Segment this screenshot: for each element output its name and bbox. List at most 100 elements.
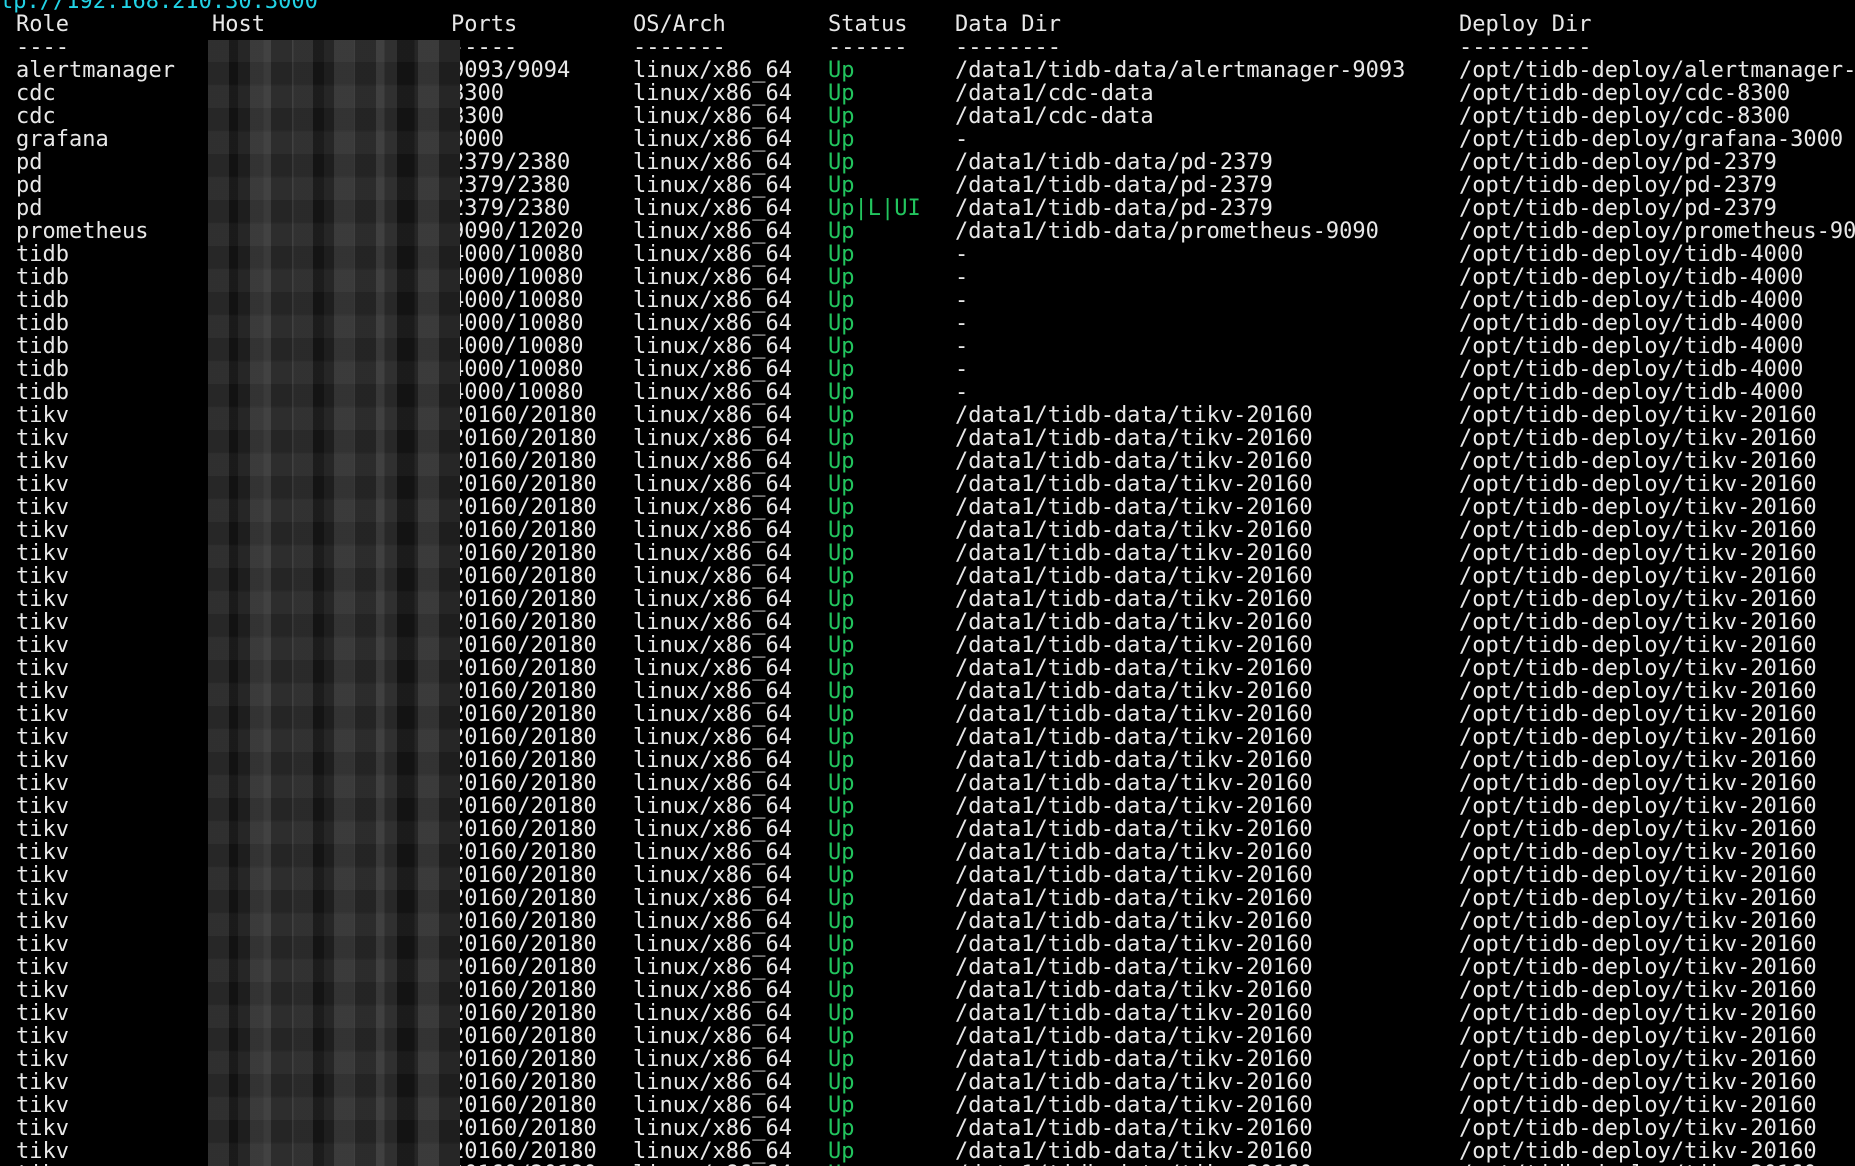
ports-cell: 4000/10080 [451, 288, 584, 313]
deploy-dir-cell: /opt/tidb-deploy/tikv-20160 [1459, 748, 1817, 773]
data-dir-cell: /data1/tidb-data/tikv-20160 [955, 656, 1313, 681]
status-cell: Up|L|UI [828, 196, 921, 221]
role-cell: grafana [16, 127, 109, 152]
role-cell: tikv [16, 541, 69, 566]
role-cell: tikv [16, 587, 69, 612]
role-cell: tikv [16, 1116, 69, 1141]
role-cell: tikv [16, 679, 69, 704]
status-cell: Up [828, 725, 855, 750]
role-cell: tikv [16, 1070, 69, 1095]
os-arch-cell: linux/x86_64 [633, 633, 792, 658]
data-dir-cell: /data1/tidb-data/tikv-20160 [955, 449, 1313, 474]
role-cell: tikv [16, 817, 69, 842]
status-cell: Up [828, 403, 855, 428]
ports-cell: 20160/20180 [451, 564, 597, 589]
ports-cell: 4000/10080 [451, 357, 584, 382]
os-arch-cell: linux/x86_64 [633, 196, 792, 221]
data-dir-cell: /data1/tidb-data/tikv-20160 [955, 955, 1313, 980]
os-arch-cell: linux/x86_64 [633, 173, 792, 198]
data-dir-cell: /data1/tidb-data/tikv-20160 [955, 863, 1313, 888]
deploy-dir-cell: /opt/tidb-deploy/tikv-20160 [1459, 541, 1817, 566]
os-arch-cell: linux/x86_64 [633, 564, 792, 589]
deploy-dir-cell: /opt/tidb-deploy/tikv-20160 [1459, 978, 1817, 1003]
os-arch-cell: linux/x86_64 [633, 1047, 792, 1072]
ports-cell: 2379/2380 [451, 196, 571, 221]
role-cell: tikv [16, 932, 69, 957]
ports-cell: 20160/20180 [451, 932, 597, 957]
ports-cell: 20160/20180 [451, 587, 597, 612]
role-cell: alertmanager [16, 58, 175, 83]
header-host: Host [212, 12, 265, 37]
data-dir-cell: /data1/tidb-data/tikv-20160 [955, 702, 1313, 727]
os-arch-cell: linux/x86_64 [633, 679, 792, 704]
deploy-dir-cell: /opt/tidb-deploy/tidb-4000 [1459, 311, 1804, 336]
data-dir-cell: /data1/tidb-data/tikv-20160 [955, 725, 1313, 750]
ports-cell: 20160/20180 [451, 1024, 597, 1049]
data-dir-cell: /data1/tidb-data/tikv-20160 [955, 978, 1313, 1003]
status-cell: Up [828, 265, 855, 290]
os-arch-cell: linux/x86_64 [633, 909, 792, 934]
status-cell: Up [828, 495, 855, 520]
os-arch-cell: linux/x86_64 [633, 380, 792, 405]
os-arch-cell: linux/x86_64 [633, 127, 792, 152]
os-arch-cell: linux/x86_64 [633, 403, 792, 428]
data-dir-cell: /data1/tidb-data/alertmanager-9093 [955, 58, 1406, 83]
ports-cell: 20160/20180 [451, 794, 597, 819]
os-arch-cell: linux/x86_64 [633, 817, 792, 842]
ports-cell: 20160/20180 [451, 725, 597, 750]
status-cell: Up [828, 1047, 855, 1072]
deploy-dir-cell: /opt/tidb-deploy/tikv-20160 [1459, 886, 1817, 911]
deploy-dir-cell: /opt/tidb-deploy/tikv-20160 [1459, 633, 1817, 658]
data-dir-cell: /data1/tidb-data/tikv-20160 [955, 794, 1313, 819]
os-arch-cell: linux/x86_64 [633, 449, 792, 474]
data-dir-cell: - [955, 357, 969, 382]
status-cell: Up [828, 909, 855, 934]
os-arch-cell: linux/x86_64 [633, 150, 792, 175]
role-cell: tikv [16, 518, 69, 543]
role-cell: tikv [16, 610, 69, 635]
data-dir-cell: - [955, 334, 969, 359]
role-cell: tikv [16, 886, 69, 911]
ports-cell: 20160/20180 [451, 1139, 597, 1164]
terminal-window[interactable]: tp://192.168.210.30:3000 Role Host Ports… [0, 0, 1855, 1166]
data-dir-cell: /data1/tidb-data/tikv-20160 [955, 748, 1313, 773]
separator-os-arch: ------- [633, 35, 726, 60]
ports-cell: 9090/12020 [451, 219, 584, 244]
ports-cell: 2379/2380 [451, 150, 571, 175]
role-cell: tikv [16, 472, 69, 497]
header-deploy-dir: Deploy Dir [1459, 12, 1592, 37]
ports-cell: 20160/20180 [451, 702, 597, 727]
status-cell: Up [828, 58, 855, 83]
role-cell: tikv [16, 840, 69, 865]
os-arch-cell: linux/x86_64 [633, 81, 792, 106]
os-arch-cell: linux/x86_64 [633, 748, 792, 773]
status-cell: Up [828, 633, 855, 658]
status-cell: Up [828, 449, 855, 474]
os-arch-cell: linux/x86_64 [633, 288, 792, 313]
status-cell: Up [828, 1070, 855, 1095]
deploy-dir-cell: /opt/tidb-deploy/tikv-20160 [1459, 518, 1817, 543]
status-cell: Up [828, 564, 855, 589]
ports-cell: 20160/20180 [451, 817, 597, 842]
data-dir-cell: /data1/tidb-data/tikv-20160 [955, 771, 1313, 796]
data-dir-cell: /data1/tidb-data/pd-2379 [955, 173, 1273, 198]
status-cell: Up [828, 104, 855, 129]
ports-cell: 20160/20180 [451, 748, 597, 773]
deploy-dir-cell: /opt/tidb-deploy/tidb-4000 [1459, 380, 1804, 405]
data-dir-cell: /data1/tidb-data/tikv-20160 [955, 817, 1313, 842]
os-arch-cell: linux/x86_64 [633, 886, 792, 911]
deploy-dir-cell: /opt/tidb-deploy/tikv-20160 [1459, 771, 1817, 796]
role-cell: tikv [16, 564, 69, 589]
os-arch-cell: linux/x86_64 [633, 472, 792, 497]
role-cell: tikv [16, 702, 69, 727]
os-arch-cell: linux/x86_64 [633, 863, 792, 888]
role-cell: pd [16, 173, 43, 198]
ports-cell: 4000/10080 [451, 380, 584, 405]
ports-cell: 20160/20180 [451, 426, 597, 451]
deploy-dir-cell: /opt/tidb-deploy/cdc-8300 [1459, 81, 1791, 106]
deploy-dir-cell: /opt/tidb-deploy/tidb-4000 [1459, 265, 1804, 290]
separator-status: ------ [828, 35, 908, 60]
status-cell: Up [828, 127, 855, 152]
status-cell: Up [828, 587, 855, 612]
role-cell: tikv [16, 725, 69, 750]
